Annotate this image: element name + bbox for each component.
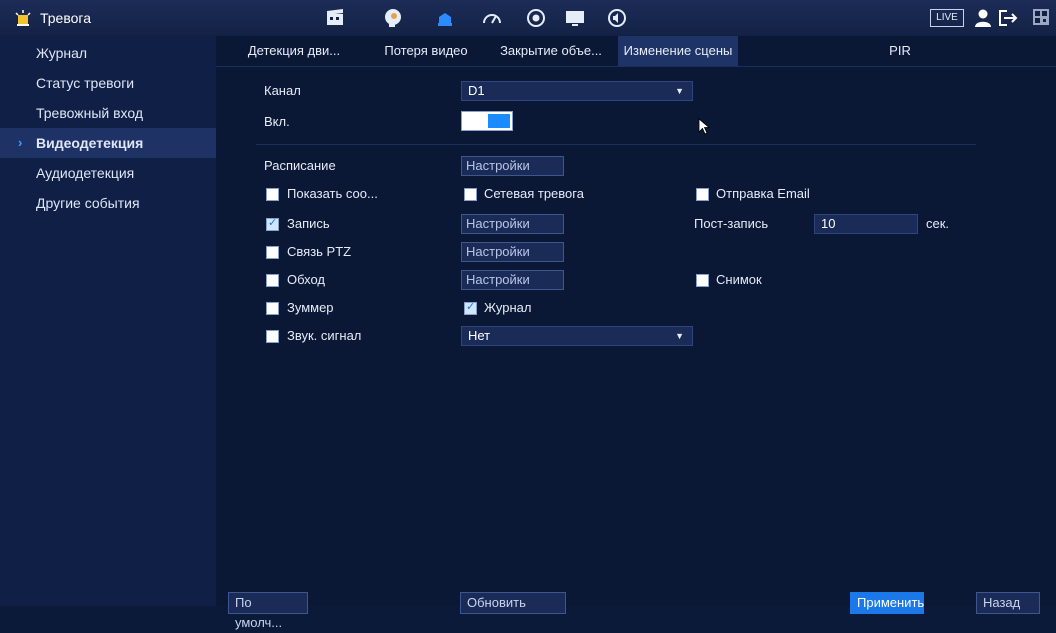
sidebar-item-label: Тревожный вход	[36, 105, 144, 121]
tab-tampering[interactable]: Закрытие объе...	[486, 36, 616, 66]
apply-button[interactable]: Применить	[850, 592, 924, 614]
check-icon: ✓	[466, 301, 476, 313]
ptz-settings-button[interactable]: Настройки	[461, 242, 564, 262]
sidebar-item-alarm-status[interactable]: Статус тревоги	[0, 68, 216, 98]
enable-label: Вкл.	[264, 114, 290, 129]
schedule-settings-button[interactable]: Настройки	[461, 156, 564, 176]
tour-label: Обход	[287, 272, 326, 287]
sidebar-item-label: Статус тревоги	[36, 75, 135, 91]
network-alarm-checkbox[interactable]	[464, 188, 477, 201]
logout-icon[interactable]	[998, 8, 1020, 33]
channel-select[interactable]: D1 ▼	[461, 81, 693, 101]
schedule-label: Расписание	[264, 158, 336, 173]
tab-motion-detection[interactable]: Детекция дви...	[220, 36, 368, 66]
back-button[interactable]: Назад	[976, 592, 1040, 614]
mouse-cursor-icon	[698, 118, 712, 141]
toggle-knob	[488, 114, 510, 128]
shield-icon[interactable]	[432, 5, 458, 31]
post-record-input[interactable]: 10	[814, 214, 918, 234]
face-icon[interactable]	[380, 5, 406, 31]
ptz-label: Связь PTZ	[287, 244, 352, 259]
user-icon[interactable]	[974, 8, 992, 33]
snapshot-checkbox[interactable]	[696, 274, 709, 287]
audio-icon[interactable]	[604, 5, 630, 31]
sidebar: Журнал Статус тревоги Тревожный вход › В…	[0, 36, 216, 606]
sidebar-item-label: Другие события	[36, 195, 140, 211]
post-record-unit: сек.	[926, 216, 950, 231]
title-area: Тревога	[14, 6, 91, 30]
record-icon[interactable]	[523, 5, 549, 31]
sidebar-item-label: Аудиодетекция	[36, 165, 135, 181]
check-icon: ✓	[268, 217, 278, 229]
speed-icon[interactable]	[479, 5, 505, 31]
tour-settings-button[interactable]: Настройки	[461, 270, 564, 290]
send-email-checkbox[interactable]	[696, 188, 709, 201]
default-button[interactable]: По умолч...	[228, 592, 308, 630]
tour-checkbox[interactable]	[266, 274, 279, 287]
chevron-right-icon: ›	[18, 135, 23, 150]
sound-label: Звук. сигнал	[287, 328, 362, 343]
show-message-checkbox[interactable]	[266, 188, 279, 201]
tab-bar: Детекция дви... Потеря видео Закрытие об…	[216, 36, 1056, 67]
send-email-label: Отправка Email	[716, 186, 810, 201]
sidebar-item-journal[interactable]: Журнал	[0, 38, 216, 68]
sidebar-item-video-detection[interactable]: › Видеодетекция	[0, 128, 216, 158]
network-alarm-label: Сетевая тревога	[484, 186, 584, 201]
tab-video-loss[interactable]: Потеря видео	[370, 36, 482, 66]
film-icon[interactable]	[322, 5, 348, 31]
buzzer-label: Зуммер	[287, 300, 334, 315]
monitor-icon[interactable]	[562, 5, 588, 31]
record-label: Запись	[287, 216, 330, 231]
tab-scene-change[interactable]: Изменение сцены	[618, 36, 738, 66]
buzzer-checkbox[interactable]	[266, 302, 279, 315]
chevron-down-icon: ▼	[675, 331, 684, 341]
top-bar: Тревога LIVE	[0, 0, 1056, 37]
sound-value: Нет	[468, 328, 491, 343]
main-panel: Детекция дви... Потеря видео Закрытие об…	[216, 36, 1056, 630]
chevron-down-icon: ▼	[675, 86, 684, 96]
sidebar-item-label: Журнал	[36, 45, 88, 61]
alarm-icon	[15, 10, 31, 26]
channel-value: D1	[468, 83, 485, 98]
show-message-label: Показать соо...	[287, 186, 378, 201]
sidebar-item-label: Видеодетекция	[36, 135, 144, 151]
log-label: Журнал	[484, 300, 532, 315]
enable-toggle[interactable]	[461, 111, 513, 131]
sidebar-item-audio-detection[interactable]: Аудиодетекция	[0, 158, 216, 188]
sound-checkbox[interactable]	[266, 330, 279, 343]
snapshot-label: Снимок	[716, 272, 762, 287]
live-button[interactable]: LIVE	[930, 9, 964, 27]
channel-label: Канал	[264, 83, 301, 98]
qr-code-icon[interactable]	[1032, 8, 1050, 31]
refresh-button[interactable]: Обновить	[460, 592, 566, 614]
sidebar-item-alarm-input[interactable]: Тревожный вход	[0, 98, 216, 128]
record-checkbox[interactable]: ✓	[266, 217, 279, 231]
sound-select[interactable]: Нет ▼	[461, 326, 693, 346]
post-record-label: Пост-запись	[694, 216, 769, 231]
log-checkbox[interactable]: ✓	[464, 301, 477, 315]
tab-pir[interactable]: PIR	[840, 36, 960, 66]
divider	[256, 144, 976, 145]
ptz-checkbox[interactable]	[266, 246, 279, 259]
sidebar-item-other-events[interactable]: Другие события	[0, 188, 216, 218]
record-settings-button[interactable]: Настройки	[461, 214, 564, 234]
page-title: Тревога	[40, 10, 91, 26]
